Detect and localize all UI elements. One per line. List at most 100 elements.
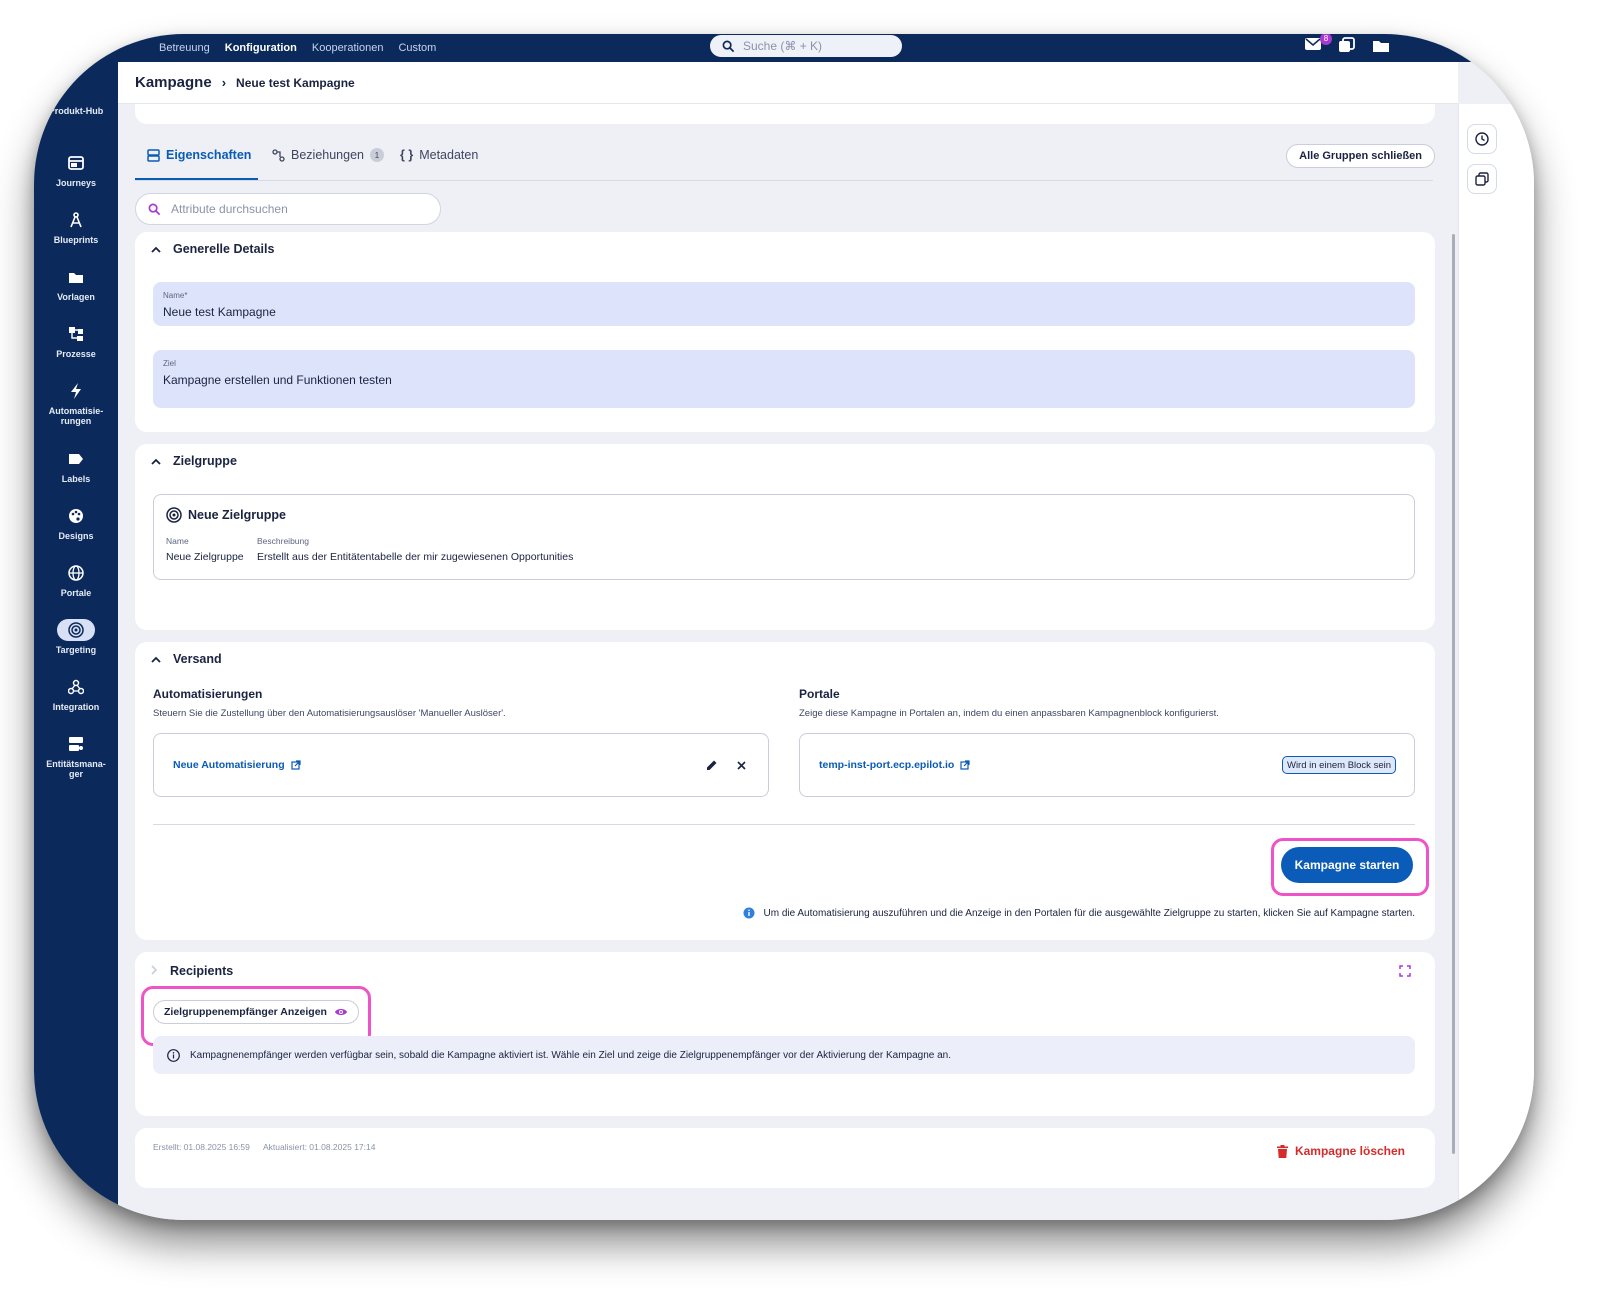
automations-description: Steuern Sie die Zustellung über den Auto… bbox=[153, 708, 506, 719]
main-content: Eigenschaften Beziehungen 1 { } Metadate… bbox=[118, 104, 1458, 1220]
journeys-icon bbox=[57, 152, 95, 174]
tab-metadaten[interactable]: { } Metadaten bbox=[400, 148, 478, 162]
section-title: Recipients bbox=[170, 964, 234, 978]
label-icon bbox=[57, 448, 95, 470]
start-info: Um die Automatisierung auszuführen und d… bbox=[743, 907, 1415, 919]
dispatch-card: Versand Automatisierungen Steuern Sie di… bbox=[135, 642, 1435, 940]
tab-label: Eigenschaften bbox=[166, 148, 252, 162]
portal-block-badge: Wird in einem Block sein bbox=[1281, 756, 1396, 774]
braces-icon: { } bbox=[400, 148, 414, 162]
topnav-custom[interactable]: Custom bbox=[398, 42, 436, 54]
portal-item: temp-inst-port.ecp.epilot.io Wird in ein… bbox=[799, 733, 1415, 797]
dispatch-header[interactable]: Versand bbox=[151, 652, 222, 666]
goal-field[interactable]: Ziel Kampagne erstellen und Funktionen t… bbox=[153, 350, 1415, 408]
properties-icon bbox=[147, 148, 160, 162]
top-bar: Betreuung Konfiguration Kooperationen Cu… bbox=[34, 34, 1534, 62]
global-search-placeholder: Suche (⌘ + K) bbox=[743, 39, 823, 53]
sidebar-item-integration[interactable]: Integration bbox=[34, 676, 118, 712]
expand-icon[interactable] bbox=[1399, 964, 1411, 982]
sidebar-item-labels[interactable]: Labels bbox=[34, 448, 118, 484]
portal-link[interactable]: temp-inst-port.ecp.epilot.io bbox=[819, 759, 970, 771]
footer-card: Erstellt: 01.08.2025 16:59 Aktualisiert:… bbox=[135, 1128, 1435, 1188]
top-nav: Betreuung Konfiguration Kooperationen Cu… bbox=[159, 34, 436, 62]
mail-icon[interactable]: 8 bbox=[1304, 34, 1332, 53]
relations-icon bbox=[272, 148, 285, 162]
sidebar-item-produkt-hub[interactable]: Produkt-Hub bbox=[34, 106, 118, 116]
sidebar-item-journeys[interactable]: Journeys bbox=[34, 152, 118, 188]
recipients-card: Recipients Zielgruppenempfänger Anzeigen… bbox=[135, 952, 1435, 1116]
section-title: Zielgruppe bbox=[173, 454, 237, 468]
search-icon bbox=[722, 40, 735, 52]
chevron-right-icon bbox=[151, 964, 158, 978]
sidebar-item-label: Entitätsmana-ger bbox=[46, 759, 106, 779]
tab-beziehungen[interactable]: Beziehungen 1 bbox=[272, 148, 384, 162]
breadcrumb-root[interactable]: Kampagne bbox=[135, 74, 212, 91]
chevron-up-icon bbox=[151, 242, 161, 256]
close-icon[interactable] bbox=[736, 758, 747, 776]
section-title: Generelle Details bbox=[173, 242, 275, 256]
sidebar-item-label: Designs bbox=[58, 531, 94, 541]
sidebar-item-vorlagen[interactable]: Vorlagen bbox=[34, 266, 118, 302]
field-label: Name* bbox=[163, 291, 188, 300]
chevron-right-icon: › bbox=[221, 75, 227, 90]
target-group-header[interactable]: Zielgruppe bbox=[151, 454, 237, 468]
portals-title: Portale bbox=[799, 687, 840, 701]
show-recipients-button[interactable]: Zielgruppenempfänger Anzeigen bbox=[153, 1000, 359, 1024]
topnav-betreuung[interactable]: Betreuung bbox=[159, 42, 210, 54]
attribute-search[interactable] bbox=[135, 193, 441, 225]
portal-link-text: temp-inst-port.ecp.epilot.io bbox=[819, 759, 955, 771]
tab-divider bbox=[135, 180, 1433, 181]
target-group-name-value: Neue Zielgruppe bbox=[166, 551, 244, 563]
sidebar-item-entitaetsmanager[interactable]: Entitätsmana-ger bbox=[34, 733, 118, 779]
folder-icon[interactable] bbox=[1372, 37, 1392, 53]
name-field[interactable]: Name* Neue test Kampagne bbox=[153, 282, 1415, 326]
global-search[interactable]: Suche (⌘ + K) bbox=[710, 35, 902, 57]
sidebar-item-targeting[interactable]: Targeting bbox=[34, 619, 118, 655]
chevron-up-icon bbox=[151, 652, 161, 666]
target-group-item[interactable]: Neue Zielgruppe Name Beschreibung Neue Z… bbox=[153, 494, 1415, 580]
history-icon[interactable] bbox=[1467, 124, 1497, 154]
copy-icon[interactable] bbox=[1338, 37, 1358, 53]
search-icon bbox=[148, 203, 161, 215]
general-details-header[interactable]: Generelle Details bbox=[151, 242, 274, 256]
sidebar-item-automatisierungen[interactable]: Automatisie-rungen bbox=[34, 380, 118, 426]
recipients-header[interactable]: Recipients bbox=[151, 964, 233, 978]
attribute-search-input[interactable] bbox=[171, 202, 421, 216]
sidebar-item-label: Journeys bbox=[55, 178, 97, 188]
sidebar-item-blueprints[interactable]: Blueprints bbox=[34, 209, 118, 245]
automation-item: Neue Automatisierung bbox=[153, 733, 769, 797]
automation-link[interactable]: Neue Automatisierung bbox=[173, 759, 301, 771]
start-campaign-button[interactable]: Kampagne starten bbox=[1281, 847, 1413, 883]
target-icon bbox=[57, 619, 95, 641]
target-group-item-title: Neue Zielgruppe bbox=[166, 507, 286, 523]
scrollbar[interactable] bbox=[1452, 234, 1455, 1154]
entity-icon bbox=[57, 733, 95, 755]
delete-campaign-label: Kampagne löschen bbox=[1294, 1144, 1405, 1158]
palette-icon bbox=[57, 505, 95, 527]
sidebar-item-label: Targeting bbox=[55, 645, 97, 655]
sidebar-item-label: Produkt-Hub bbox=[48, 106, 104, 116]
sidebar-item-prozesse[interactable]: Prozesse bbox=[34, 323, 118, 359]
copy-icon[interactable] bbox=[1467, 164, 1497, 194]
sidebar-item-label: Blueprints bbox=[53, 235, 99, 245]
external-link-icon bbox=[960, 760, 970, 770]
relations-count-badge: 1 bbox=[369, 148, 384, 162]
sidebar-item-portale[interactable]: Portale bbox=[34, 562, 118, 598]
sidebar: Produkt-Hub Journeys Blueprints Vorlagen… bbox=[34, 62, 118, 1220]
topnav-konfiguration[interactable]: Konfiguration bbox=[225, 42, 297, 54]
sidebar-item-designs[interactable]: Designs bbox=[34, 505, 118, 541]
compass-icon bbox=[57, 209, 95, 231]
trash-icon bbox=[1276, 1144, 1288, 1158]
top-icons: 8 bbox=[1304, 34, 1392, 53]
info-icon bbox=[167, 1048, 180, 1062]
divider bbox=[153, 824, 1415, 825]
close-all-groups-button[interactable]: Alle Gruppen schließen bbox=[1286, 144, 1435, 168]
tab-label: Beziehungen bbox=[291, 148, 364, 162]
chevron-up-icon bbox=[151, 454, 161, 468]
mail-count-badge: 8 bbox=[1320, 34, 1332, 45]
topnav-kooperationen[interactable]: Kooperationen bbox=[312, 42, 384, 54]
delete-campaign-button[interactable]: Kampagne löschen bbox=[1276, 1144, 1405, 1158]
external-link-icon bbox=[291, 760, 301, 770]
edit-icon[interactable] bbox=[706, 758, 718, 776]
tab-eigenschaften[interactable]: Eigenschaften bbox=[147, 148, 251, 162]
